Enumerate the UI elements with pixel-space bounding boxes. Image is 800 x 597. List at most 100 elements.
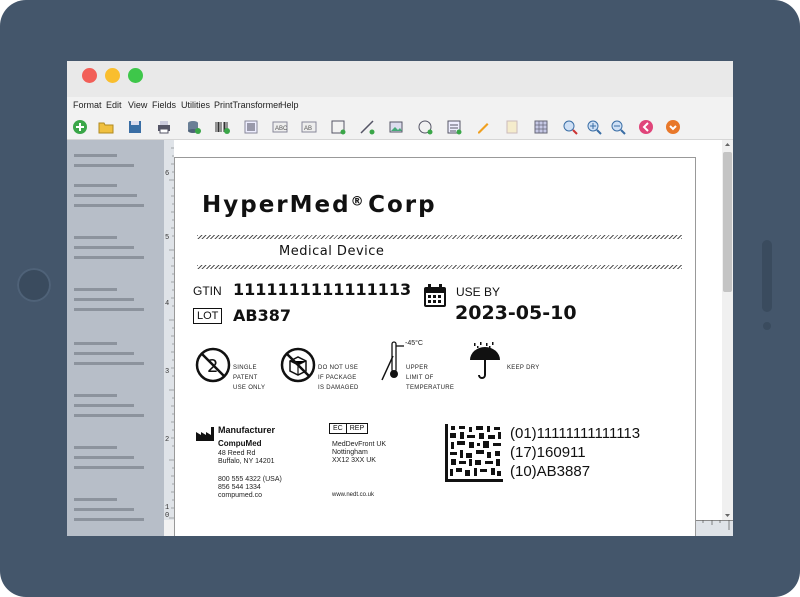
panel-line [74,184,117,187]
manufacturer-website: compumed.co [218,492,262,499]
menu-format[interactable]: Format [73,100,102,110]
gtin-label: GTIN [193,284,222,298]
pencil-icon[interactable] [474,118,492,136]
manufacturer-name: CompuMed [218,439,262,448]
panel-line [74,236,117,239]
single-use-line: PATENT [233,375,258,381]
panel-line [74,204,144,207]
note-icon[interactable] [503,118,521,136]
single-use-text: SINGLE PATENT USE ONLY [233,363,265,393]
do-not-use-line: DO NOT USE [318,365,359,371]
barcode-icon[interactable] [213,118,231,136]
panel-line [74,246,134,249]
panel-line [74,404,134,407]
grid-icon[interactable] [532,118,550,136]
temperature-line: TEMPERATURE [406,385,455,391]
menu-fields[interactable]: Fields [152,100,176,110]
panel-line [74,288,117,291]
ec-label: EC [330,424,347,433]
udi-text: (01)11111111111113 (17)160911 (10)AB3887 [510,424,640,481]
save-icon[interactable] [126,118,144,136]
keep-dry-icon [467,342,503,387]
datamatrix-code [445,424,503,487]
zoom-fit-icon[interactable] [561,118,579,136]
checklist-icon[interactable] [445,118,463,136]
medical-label[interactable]: HyperMed® Corp Medical Device GTIN 11111… [174,157,696,536]
phone-line: 856 544 1334 [218,484,261,491]
single-use-line: USE ONLY [233,385,266,391]
zoom-out-icon[interactable] [609,118,627,136]
panel-line [74,308,144,311]
panel-line [74,508,134,511]
tablet-home-button[interactable] [17,268,51,302]
ec-rep-address: MedDevFront UK Nottingham XX12 3XX UK [332,441,386,465]
menu-edit[interactable]: Edit [106,100,122,110]
ruler-label: 2 [165,436,170,444]
company-brand: HyperMed [202,192,351,218]
ruler-label: 1 [165,504,170,512]
lot-value: AB387 [233,306,291,325]
forward-icon[interactable] [664,118,682,136]
image-icon[interactable] [242,118,260,136]
udi-line: (17)160911 [510,444,586,461]
maximize-window-button[interactable] [128,68,143,83]
line-icon[interactable] [358,118,376,136]
close-window-button[interactable] [82,68,97,83]
ec-address-line: Nottingham [332,449,368,456]
svg-text:ABC: ABC [275,126,288,132]
svg-text:AB: AB [304,126,312,132]
tablet-side-dot [763,322,771,330]
ruler-label: 5 [165,234,170,242]
database-icon[interactable] [184,118,202,136]
menu-bar: Format Edit View Fields Utilities PrintT… [67,98,733,114]
print-icon[interactable] [155,118,173,136]
menu-utilities[interactable]: Utilities [181,100,210,110]
menu-view[interactable]: View [128,100,147,110]
temperature-value: -45°C [405,340,423,347]
ellipse-icon[interactable] [416,118,434,136]
tablet-side-slot [762,240,772,312]
udi-line: (01)11111111111113 [510,425,641,442]
top-hatch-divider [197,235,682,239]
do-not-use-icon [279,346,317,389]
menu-printtransformer[interactable]: PrintTransformer [214,100,281,110]
rep-label: REP [349,425,365,432]
lot-label: LOT [193,308,223,324]
text-box-icon[interactable]: AB [300,118,318,136]
menu-help[interactable]: Help [280,100,299,110]
vertical-scrollbar[interactable] [722,140,733,520]
manufacturer-address: 48 Reed Rd Buffalo, NY 14201 [218,450,275,466]
temperature-limit-icon [377,340,407,387]
manufacturer-phones: 800 555 4322 (USA) 856 544 1334 compumed… [218,476,282,500]
panel-line [74,446,117,449]
open-folder-icon[interactable] [97,118,115,136]
company-name: HyperMed® Corp [202,192,437,218]
toolbar: ABC AB [67,115,733,140]
company-suffix: Corp [368,192,437,218]
new-icon[interactable] [71,118,89,136]
temperature-line: LIMIT OF [406,375,434,381]
panel-line [74,342,117,345]
gtin-value: 1111111111111113 [233,280,412,299]
ec-rep-badge: EC REP [329,423,369,434]
rectangle-icon[interactable] [329,118,347,136]
tablet-frame: Format Edit View Fields Utilities PrintT… [0,0,800,597]
panel-line [74,394,117,397]
picture-icon[interactable] [387,118,405,136]
udi-line: (10)AB3887 [510,463,591,480]
panel-line [74,518,144,521]
minimize-window-button[interactable] [105,68,120,83]
back-icon[interactable] [637,118,655,136]
ruler-label: 0 [165,512,170,520]
vertical-ruler-ticks [169,147,174,519]
zoom-in-icon[interactable] [585,118,603,136]
ruler-label: 6 [165,170,170,178]
scrollbar-graphic [723,143,732,517]
do-not-use-text: DO NOT USE IF PACKAGE IS DAMAGED [318,363,359,393]
single-use-icon: 2 [194,346,232,389]
phone-line: 800 555 4322 (USA) [218,476,282,483]
bottom-hatch-divider [197,265,682,269]
left-panel [67,140,164,536]
text-field-icon[interactable]: ABC [271,118,289,136]
vertical-ruler: 6 5 4 3 2 1 0 [164,140,174,520]
